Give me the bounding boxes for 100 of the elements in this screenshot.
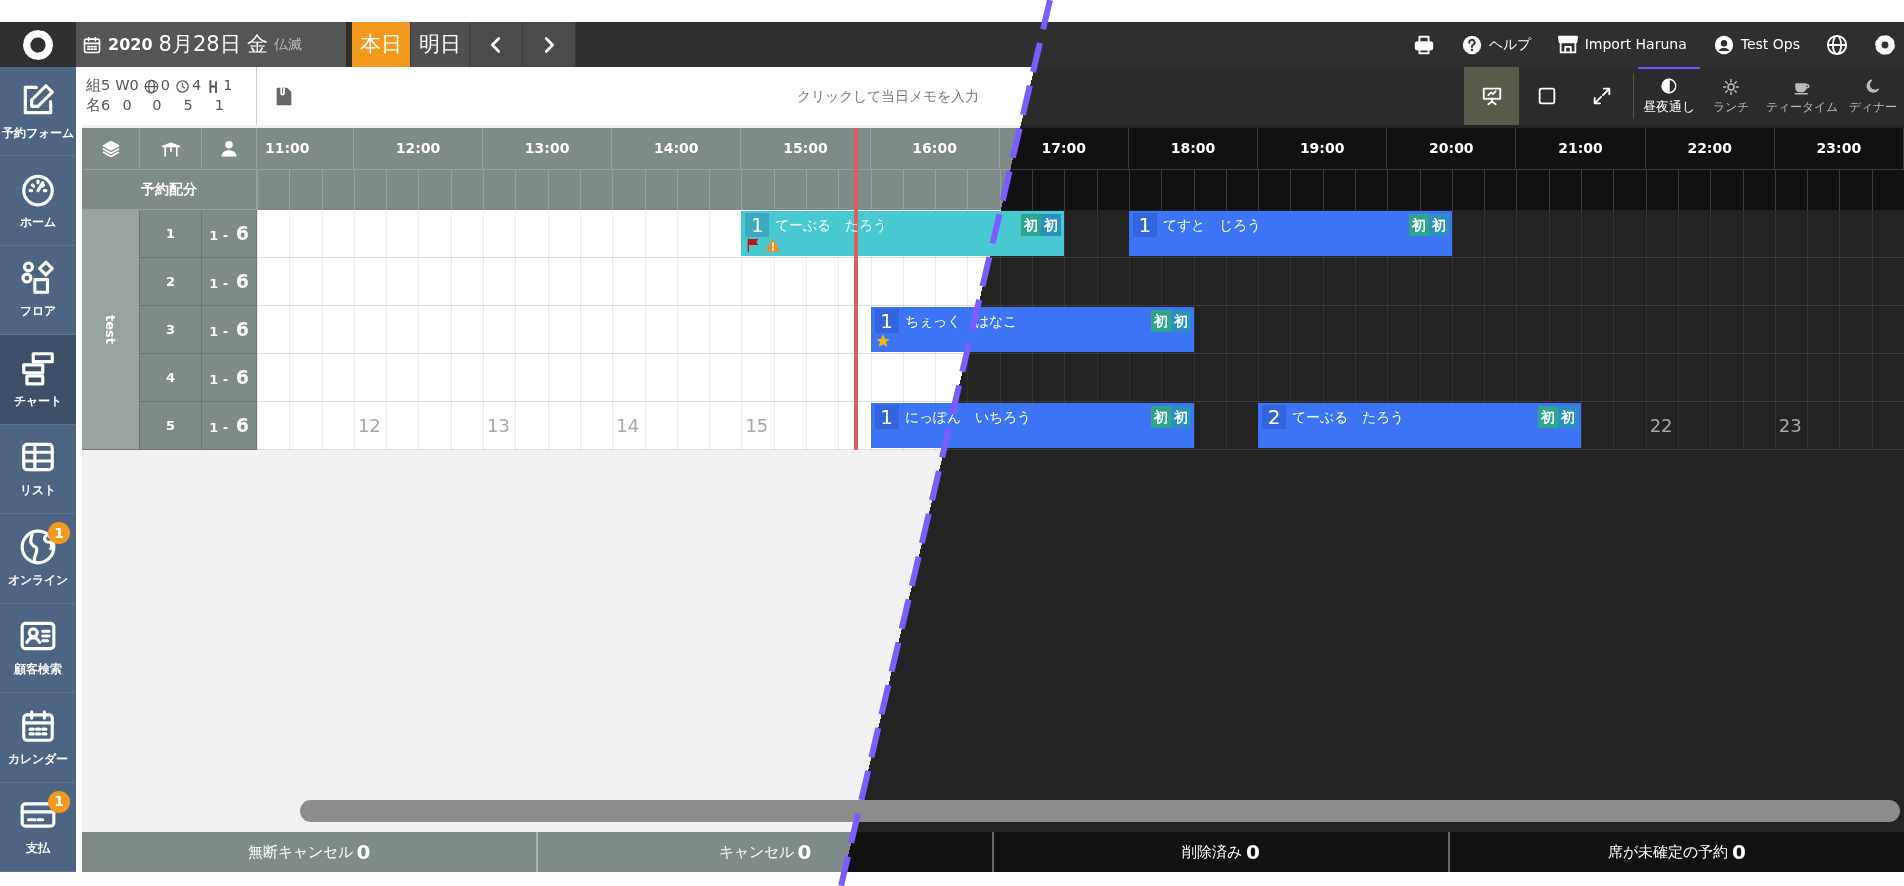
first-visit-badge: 初 [1428,214,1449,236]
capacity-text: 1 - 6 [202,258,257,306]
summary-count: 0 [152,96,162,115]
hour-mark: 22 [1649,414,1673,438]
hour-label: 21:00 [1516,128,1646,170]
first-visit-badge: 初 [1170,406,1191,428]
reservation-bar[interactable]: 2 てーぶる たろう 初 初 [1258,403,1582,448]
status-count: 0 [1732,839,1746,866]
party-size: 1 [1132,213,1157,237]
hour-label: 14:00 [612,128,742,170]
table-number: 2 [140,258,202,306]
meal-tab[interactable]: ティータイム [1762,67,1842,125]
party-size: 2 [1262,405,1287,429]
table-number: 1 [140,210,202,258]
summary-count: W0 [115,76,139,96]
globe-icon [1826,33,1848,56]
party-size: 1 [874,405,899,429]
rokuyo-text: 仏滅 [273,35,302,54]
first-visit-badge: 初 [1041,214,1062,236]
capacity-text: 1 - 6 [202,402,257,450]
notification-badge: 1 [48,790,70,813]
hour-label: 13:00 [483,128,613,170]
hour-mark: 14 [616,414,640,438]
printer-icon [1412,33,1435,56]
meal-tab[interactable]: ディナー [1842,67,1904,125]
presentation-button[interactable] [1464,67,1519,125]
summary-count: 4 [192,76,202,96]
clock-icon [175,78,191,94]
summary-count: 1 [223,76,233,96]
globe-icon [19,527,57,566]
first-visit-badge: 初 [1538,406,1559,428]
status-label: 席が未確定の予約 [1608,841,1729,863]
reservation-bar[interactable]: 1 てすと じろう 初 初 [1128,211,1452,256]
status-label: キャンセル [718,841,794,863]
hour-label: 20:00 [1387,128,1517,170]
store-link[interactable]: Import Haruna [1556,33,1687,56]
person-icon [219,138,239,159]
help-link[interactable]: ヘルプ [1460,33,1531,56]
weekday-text: 金 [246,30,268,58]
easel-icon [1480,85,1503,107]
summary-count: 1 [214,96,224,115]
calendar-icon [82,34,102,55]
hour-label: 19:00 [1258,128,1388,170]
guest-name: てーぶる たろう [1292,407,1405,427]
year-text: 2020 [108,33,153,56]
capacity-text: 1 - 6 [202,306,257,354]
hour-label: 22:00 [1645,128,1775,170]
table-number: 3 [140,306,202,354]
meal-tab[interactable]: ランチ [1700,67,1762,125]
half-circle-icon [1660,77,1678,96]
first-visit-badge: 初 [1150,310,1171,332]
hour-label: 16:00 [870,128,1000,170]
summary-count: 名6 [86,96,111,115]
summary-count: 5 [183,96,193,115]
store-icon [1556,33,1579,56]
summary-count: 0 [122,96,132,115]
settings-button[interactable] [1874,33,1896,56]
user-icon [1712,33,1735,56]
user-menu[interactable]: Test Ops [1712,33,1800,56]
day-button[interactable]: 明日 [411,22,470,67]
language-button[interactable] [1826,33,1848,56]
sun-icon [1722,78,1740,96]
help-icon [1460,33,1483,56]
table-number: 4 [140,354,202,402]
capacity-text: 1 - 6 [202,354,257,402]
summary-count: 0 [160,76,171,96]
table-number: 5 [140,402,202,450]
first-visit-badge: 初 [1408,214,1429,236]
summary-count: 組5 [86,76,111,96]
first-visit-badge: 初 [1558,406,1579,428]
hour-label: 11:00 [257,128,354,170]
hour-label: 12:00 [353,128,484,170]
party-size: 1 [874,309,899,333]
notification-badge: 1 [48,522,70,545]
status-label: 削除済み [1182,841,1243,863]
party-size: 1 [745,213,770,237]
hour-label: 18:00 [1128,128,1259,170]
first-visit-badge: 初 [1150,406,1171,428]
globe-icon [143,78,159,94]
previous-day-button[interactable] [470,22,523,67]
hour-mark: 13 [487,414,510,438]
status-count: 0 [797,839,812,866]
settings-icon [1874,33,1896,56]
horizontal-scrollbar[interactable] [300,800,1900,822]
hour-mark: 12 [357,414,381,438]
status-label: 無断キャンセル [247,841,353,863]
hour-mark: 15 [745,414,769,438]
capacity-text: 1 - 6 [202,210,257,258]
first-visit-badge: 初 [1170,310,1191,332]
first-visit-badge: 初 [1021,214,1042,236]
next-day-button[interactable] [523,22,576,67]
hour-label: 23:00 [1774,128,1904,170]
moon-icon [1864,78,1882,96]
hour-label: 17:00 [999,128,1129,170]
meal-tab[interactable]: 昼夜通し [1638,67,1700,125]
layers-icon [100,138,121,159]
group-label: test [82,210,140,450]
print-button[interactable] [1412,33,1435,56]
guest-name: てすと じろう [1162,215,1261,235]
sidebar-item[interactable]: チャート [0,335,76,425]
